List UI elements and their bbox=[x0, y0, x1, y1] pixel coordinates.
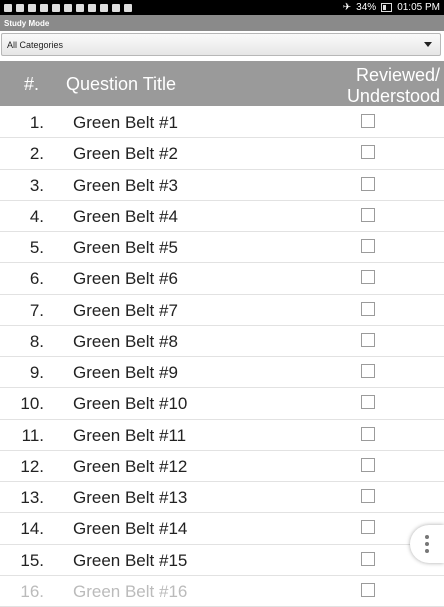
reviewed-checkbox[interactable] bbox=[361, 489, 375, 503]
reviewed-checkbox[interactable] bbox=[361, 457, 375, 472]
table-row[interactable]: 10. Green Belt #10 bbox=[0, 388, 444, 420]
question-title[interactable]: Green Belt #11 bbox=[73, 426, 186, 446]
question-title[interactable]: Green Belt #8 bbox=[73, 332, 178, 352]
table-row[interactable]: 7. Green Belt #7 bbox=[0, 295, 444, 326]
question-list: 1. Green Belt #1 2. Green Belt #2 3. Gre… bbox=[0, 107, 444, 607]
question-title[interactable]: Green Belt #9 bbox=[73, 363, 178, 383]
question-title[interactable]: Green Belt #6 bbox=[73, 269, 178, 289]
row-number: 11. bbox=[21, 425, 44, 445]
header-number: #. bbox=[24, 74, 40, 94]
table-row[interactable]: 3. Green Belt #3 bbox=[0, 170, 444, 201]
header-reviewed: Reviewed/ Understood bbox=[347, 65, 440, 107]
table-row[interactable]: 13. Green Belt #13 bbox=[0, 482, 444, 514]
battery-level: 34% bbox=[356, 2, 377, 13]
notification-icon bbox=[4, 3, 12, 12]
row-number: 14. bbox=[20, 519, 44, 539]
table-row[interactable]: 1. Green Belt #1 bbox=[0, 107, 444, 139]
question-title[interactable]: Green Belt #15 bbox=[73, 551, 187, 571]
table-row[interactable]: 15. Green Belt #15 bbox=[0, 545, 444, 576]
question-title[interactable]: Green Belt #12 bbox=[73, 457, 187, 477]
row-number: 10. bbox=[20, 394, 44, 414]
table-row[interactable]: 8. Green Belt #8 bbox=[0, 326, 444, 357]
row-number: 2. bbox=[29, 144, 44, 164]
question-title[interactable]: Green Belt #3 bbox=[73, 176, 178, 196]
clock: 01:05 PM bbox=[397, 2, 440, 13]
chevron-down-icon bbox=[424, 42, 432, 47]
row-number: 7. bbox=[29, 300, 44, 320]
airplane-mode-icon: ✈ bbox=[342, 2, 352, 13]
reviewed-checkbox[interactable] bbox=[361, 301, 375, 316]
table-row[interactable]: 12. Green Belt #12 bbox=[0, 451, 444, 482]
notification-icon bbox=[100, 3, 108, 12]
download-icon bbox=[64, 3, 72, 12]
question-title[interactable]: Green Belt #14 bbox=[73, 519, 187, 539]
system-status: ✈ 34% 01:05 PM bbox=[343, 2, 444, 13]
page-title: Study Mode bbox=[4, 18, 50, 28]
category-select[interactable]: All Categories bbox=[1, 33, 441, 56]
more-vert-icon bbox=[425, 535, 429, 539]
row-number: 6. bbox=[29, 269, 44, 289]
table-row[interactable]: 5. Green Belt #5 bbox=[0, 232, 444, 264]
row-number: 9. bbox=[29, 363, 44, 382]
row-number: 5. bbox=[29, 238, 44, 257]
table-row[interactable]: 6. Green Belt #6 bbox=[0, 263, 444, 295]
question-title[interactable]: Green Belt #13 bbox=[73, 488, 187, 508]
reviewed-checkbox[interactable] bbox=[361, 395, 375, 410]
notification-icon bbox=[40, 3, 48, 12]
question-title[interactable]: Green Belt #7 bbox=[73, 301, 178, 321]
app-title-bar: Study Mode bbox=[0, 15, 444, 31]
notification-icons bbox=[0, 3, 132, 12]
header-reviewed-line1: Reviewed/ bbox=[355, 65, 440, 85]
overflow-menu-button[interactable] bbox=[410, 525, 444, 563]
table-row[interactable]: 16. Green Belt #16 bbox=[0, 576, 444, 607]
table-row[interactable]: 14. Green Belt #14 bbox=[0, 513, 444, 545]
table-row[interactable]: 11. Green Belt #11 bbox=[0, 420, 444, 451]
battery-icon bbox=[381, 3, 393, 12]
reviewed-checkbox[interactable] bbox=[361, 207, 375, 222]
more-vert-icon bbox=[425, 542, 429, 546]
row-number: 13. bbox=[20, 488, 44, 507]
table-row[interactable]: 9. Green Belt #9 bbox=[0, 357, 444, 389]
reviewed-checkbox[interactable] bbox=[361, 582, 375, 597]
reviewed-checkbox[interactable] bbox=[361, 520, 375, 535]
header-reviewed-line2: Understood bbox=[346, 86, 440, 106]
reviewed-checkbox[interactable] bbox=[361, 364, 375, 378]
reviewed-checkbox[interactable] bbox=[361, 551, 375, 566]
notification-icon bbox=[124, 3, 132, 12]
download-icon bbox=[88, 3, 96, 12]
reviewed-checkbox[interactable] bbox=[361, 176, 375, 191]
table-header: #. Question Title Reviewed/ Understood bbox=[0, 61, 444, 106]
question-title[interactable]: Green Belt #1 bbox=[73, 113, 178, 133]
notification-icon bbox=[16, 3, 24, 12]
category-select-value: All Categories bbox=[7, 39, 64, 50]
table-row[interactable]: 4. Green Belt #4 bbox=[0, 201, 444, 232]
more-vert-icon bbox=[425, 549, 429, 553]
question-title[interactable]: Green Belt #5 bbox=[73, 238, 178, 258]
download-icon bbox=[112, 3, 120, 12]
download-icon bbox=[76, 3, 84, 12]
reviewed-checkbox[interactable] bbox=[361, 270, 375, 285]
question-title[interactable]: Green Belt #4 bbox=[73, 207, 178, 227]
row-number: 1. bbox=[29, 113, 44, 132]
row-number: 3. bbox=[29, 175, 44, 195]
row-number: 15. bbox=[20, 550, 44, 570]
header-question-title: Question Title bbox=[66, 74, 177, 94]
notification-icon bbox=[28, 3, 36, 12]
question-title[interactable]: Green Belt #10 bbox=[73, 394, 187, 414]
question-title[interactable]: Green Belt #2 bbox=[73, 144, 178, 164]
reviewed-checkbox[interactable] bbox=[361, 114, 375, 128]
row-number: 12. bbox=[20, 456, 44, 476]
reviewed-checkbox[interactable] bbox=[361, 426, 375, 441]
table-row[interactable]: 2. Green Belt #2 bbox=[0, 138, 444, 170]
reviewed-checkbox[interactable] bbox=[361, 145, 375, 160]
row-number: 4. bbox=[29, 206, 44, 226]
reviewed-checkbox[interactable] bbox=[361, 332, 375, 347]
reviewed-checkbox[interactable] bbox=[361, 239, 375, 253]
row-number: 8. bbox=[29, 331, 44, 351]
status-bar: ✈ 34% 01:05 PM bbox=[0, 0, 444, 15]
notification-icon bbox=[52, 3, 60, 12]
